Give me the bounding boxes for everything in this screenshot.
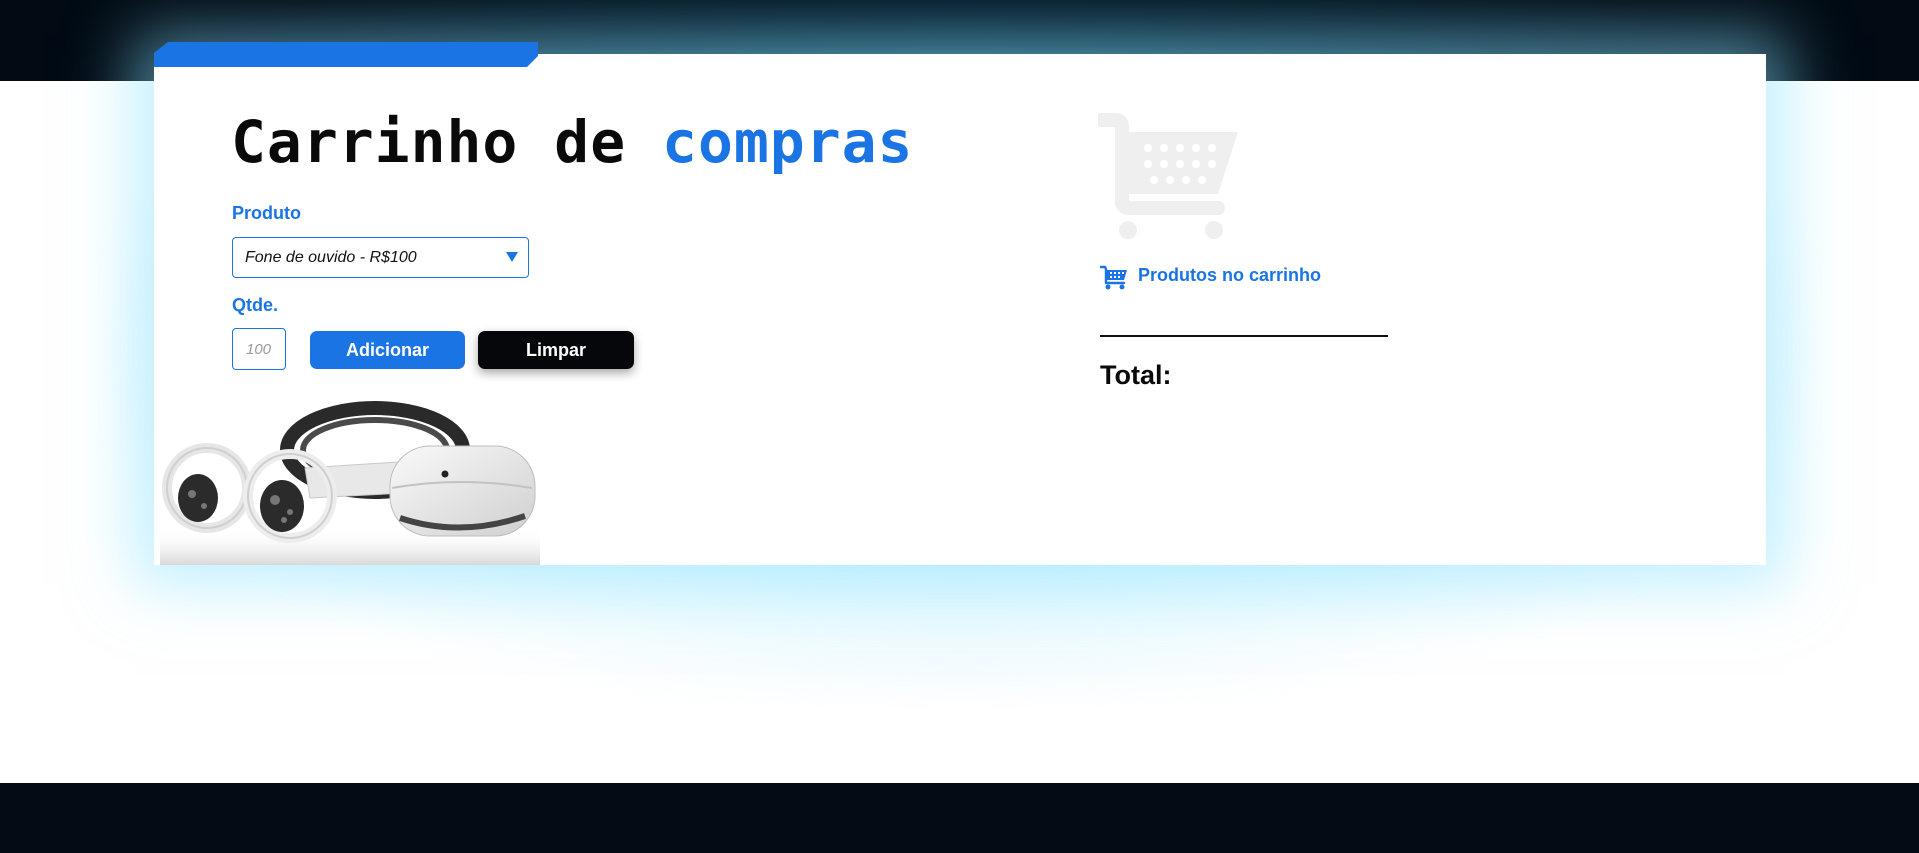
shopping-cart-icon bbox=[1098, 113, 1238, 239]
title-accent: compras bbox=[662, 108, 914, 176]
chevron-down-icon bbox=[506, 252, 518, 262]
cart-heading: Produtos no carrinho bbox=[1138, 265, 1322, 285]
product-label: Produto bbox=[232, 203, 301, 223]
clear-button[interactable]: Limpar bbox=[478, 331, 634, 369]
title-main: Carrinho de bbox=[231, 108, 627, 176]
add-button[interactable]: Adicionar bbox=[310, 331, 465, 369]
cart-divider bbox=[1100, 335, 1388, 337]
cart-total-label: Total: bbox=[1100, 360, 1172, 390]
vr-headset-illustration bbox=[160, 401, 540, 565]
page-title: Carrinho de compras bbox=[231, 108, 913, 176]
quantity-label: Qtde. bbox=[232, 295, 279, 315]
product-select[interactable]: Fone de ouvido - R$100 bbox=[232, 237, 529, 278]
quantity-input[interactable] bbox=[232, 328, 286, 370]
cart-icon bbox=[1100, 265, 1127, 290]
product-select-value: Fone de ouvido - R$100 bbox=[245, 248, 417, 266]
footer-band bbox=[0, 783, 1919, 853]
card-tab-accent bbox=[154, 42, 538, 67]
